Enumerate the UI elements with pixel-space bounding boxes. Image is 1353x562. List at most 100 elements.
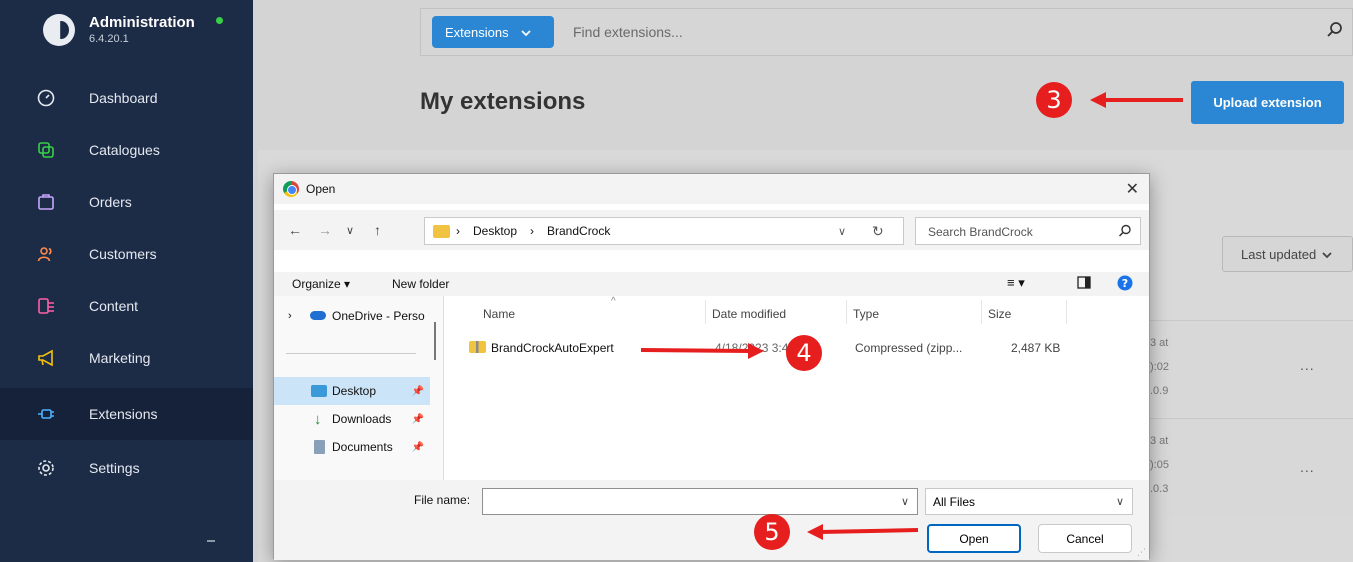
pin-icon: 📌 — [411, 385, 424, 397]
file-name-input[interactable]: ∨ — [482, 488, 918, 515]
search-icon[interactable] — [1326, 21, 1344, 44]
close-icon[interactable]: ✕ — [1126, 179, 1139, 199]
column-divider[interactable] — [981, 300, 982, 324]
sidebar-collapse-handle[interactable] — [207, 540, 215, 542]
sidebar-item-customers[interactable]: Customers — [0, 228, 253, 280]
address-dropdown-icon[interactable]: ∨ — [838, 225, 846, 238]
users-icon — [36, 244, 56, 264]
column-divider[interactable] — [1066, 300, 1067, 324]
navigation-pane: › OneDrive - Perso Desktop 📌 ↓ Downloads… — [274, 296, 444, 480]
online-status-icon — [216, 17, 223, 24]
forward-arrow-icon[interactable]: → — [318, 222, 332, 238]
shopware-logo-icon — [43, 14, 75, 46]
sidebar-item-content[interactable]: Content — [0, 280, 253, 332]
chevron-down-icon[interactable]: ∨ — [901, 495, 909, 508]
catalogue-icon — [36, 140, 56, 160]
nav-pane-item-onedrive[interactable]: › OneDrive - Perso — [274, 302, 430, 330]
sidebar-item-label: Settings — [89, 460, 140, 476]
dialog-titlebar[interactable]: Open ✕ — [274, 174, 1149, 204]
help-icon[interactable]: ? — [1117, 275, 1133, 294]
preview-pane-icon[interactable] — [1077, 276, 1091, 292]
plug-icon — [36, 404, 56, 424]
row-date-text: 3 at — [1150, 337, 1169, 349]
address-bar[interactable]: › Desktop › BrandCrock ∨ ↻ — [424, 217, 904, 245]
dialog-commandbar: Organize ▾ New folder ≡ ▾ ? — [274, 272, 1149, 296]
search-input[interactable]: Find extensions... — [573, 24, 683, 40]
view-options-icon[interactable]: ≡ ▾ — [1007, 275, 1025, 291]
dialog-search-input[interactable]: Search BrandCrock — [915, 217, 1141, 245]
sidebar-item-label: Catalogues — [89, 142, 160, 158]
upload-extension-button[interactable]: Upload extension — [1191, 81, 1344, 124]
open-button[interactable]: Open — [927, 524, 1021, 553]
onedrive-cloud-icon — [310, 311, 326, 320]
nav-pane-scrollbar[interactable] — [434, 322, 436, 360]
zip-folder-icon — [469, 341, 486, 353]
row-actions-button[interactable]: ... — [1300, 459, 1315, 475]
cancel-button[interactable]: Cancel — [1038, 524, 1132, 553]
column-divider[interactable] — [846, 300, 847, 324]
refresh-icon[interactable]: ↻ — [872, 223, 884, 240]
arrow-to-upload-button — [1090, 92, 1183, 108]
sidebar-item-dashboard[interactable]: Dashboard — [0, 72, 253, 124]
recent-locations-chevron-icon[interactable]: ∨ — [346, 224, 354, 237]
column-header-type[interactable]: Type — [853, 307, 879, 321]
gauge-icon — [36, 88, 56, 108]
file-type-select[interactable]: All Files ∨ — [925, 488, 1133, 515]
documents-icon — [314, 440, 325, 454]
organize-button[interactable]: Organize ▾ — [292, 277, 350, 291]
sidebar-header[interactable]: Administration 6.4.20.1 — [0, 0, 253, 72]
shopping-bag-icon — [36, 192, 56, 212]
table-row[interactable]: 3 at ):05 .0.3 ... — [1150, 418, 1353, 518]
open-file-dialog: Open ✕ ← → ∨ ↑ › Desktop › BrandCrock ∨ … — [273, 173, 1150, 560]
nav-pane-item-downloads[interactable]: ↓ Downloads 📌 — [274, 405, 430, 433]
row-version-text: .0.9 — [1150, 385, 1169, 397]
app-title: Administration — [89, 14, 195, 31]
pin-icon: 📌 — [411, 413, 424, 425]
chevron-down-icon — [520, 25, 531, 40]
sidebar-item-catalogues[interactable]: Catalogues — [0, 124, 253, 176]
content-layout-icon — [36, 296, 56, 316]
sidebar-item-marketing[interactable]: Marketing — [0, 332, 253, 384]
sidebar-item-label: Customers — [89, 246, 157, 262]
sidebar-item-orders[interactable]: Orders — [0, 176, 253, 228]
row-actions-button[interactable]: ... — [1300, 357, 1315, 373]
file-size: 2,487 KB — [1011, 341, 1061, 355]
sort-select[interactable]: Last updated — [1222, 236, 1353, 272]
search-scope-button[interactable]: Extensions — [432, 16, 554, 48]
sidebar-item-extensions[interactable]: Extensions — [0, 388, 253, 440]
sidebar-item-settings[interactable]: Settings — [0, 442, 253, 494]
expand-chevron-icon[interactable]: › — [288, 310, 292, 322]
chevron-down-icon: ∨ — [1115, 496, 1124, 508]
column-divider[interactable] — [705, 300, 706, 324]
breadcrumb-item-desktop[interactable]: Desktop — [473, 224, 517, 238]
resize-grip-icon[interactable]: ⋰ — [1137, 547, 1146, 558]
nav-pane-item-documents[interactable]: Documents 📌 — [274, 433, 430, 461]
step-3-badge: 3 — [1036, 82, 1072, 118]
chevron-down-icon — [1322, 247, 1332, 262]
row-version-text: .0.3 — [1150, 483, 1169, 495]
app-version: 6.4.20.1 — [89, 33, 129, 45]
column-header-date[interactable]: Date modified — [712, 307, 786, 321]
search-icon — [1118, 224, 1132, 243]
gear-icon — [36, 458, 56, 478]
row-date-text: 3 at — [1150, 435, 1169, 447]
column-header-name[interactable]: Name — [483, 307, 515, 321]
breadcrumb-item-brandcrock[interactable]: BrandCrock — [547, 224, 610, 238]
pin-icon: 📌 — [411, 441, 424, 453]
sidebar-item-label: Marketing — [89, 350, 151, 366]
sidebar-item-label: Orders — [89, 194, 132, 210]
table-row[interactable]: 3 at ):02 .0.9 ... — [1150, 320, 1353, 416]
page-title: My extensions — [420, 88, 586, 115]
new-folder-button[interactable]: New folder — [392, 277, 449, 291]
folder-icon — [433, 225, 450, 238]
up-arrow-icon[interactable]: ↑ — [374, 222, 381, 238]
sidebar-item-label: Dashboard — [89, 90, 158, 106]
column-header-size[interactable]: Size — [988, 307, 1011, 321]
dialog-navbar: ← → ∨ ↑ › Desktop › BrandCrock ∨ ↻ Searc… — [274, 210, 1149, 250]
sort-caret-icon: ^ — [611, 296, 616, 307]
svg-text:?: ? — [1122, 277, 1128, 290]
file-date: 4/18/2023 3:4 — [715, 341, 789, 355]
back-arrow-icon[interactable]: ← — [288, 222, 302, 238]
nav-pane-item-desktop[interactable]: Desktop 📌 — [274, 377, 430, 405]
file-name-label: File name: — [414, 493, 471, 507]
